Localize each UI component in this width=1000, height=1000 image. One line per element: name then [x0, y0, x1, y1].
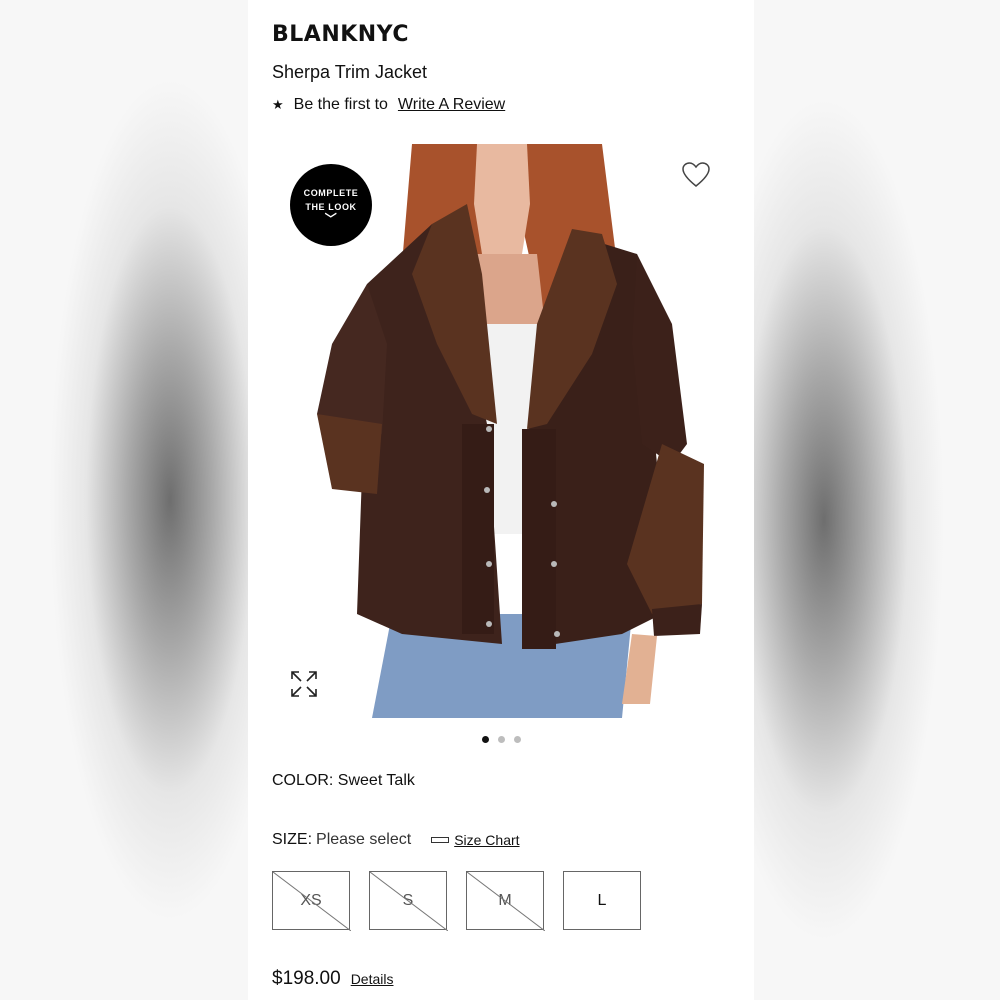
size-option-label: L: [597, 891, 607, 909]
carousel-dots: [248, 736, 754, 743]
expand-icon[interactable]: [290, 670, 318, 698]
left-cuff: [317, 414, 382, 494]
price-row: $198.00 Details: [272, 968, 393, 990]
brand-name[interactable]: BLANKNYC: [272, 22, 409, 47]
snap: [486, 561, 492, 567]
carousel-dot[interactable]: [513, 736, 521, 743]
size-chart-link[interactable]: Size Chart: [431, 832, 520, 848]
chevron-down-icon: ﹀: [324, 212, 338, 226]
size-option-l[interactable]: L: [563, 871, 641, 930]
heart-icon[interactable]: [682, 162, 710, 188]
placket-right: [522, 429, 556, 649]
snap: [486, 621, 492, 627]
color-value: Sweet Talk: [337, 772, 415, 789]
unavailable-slash: [273, 872, 351, 931]
size-chart-label: Size Chart: [454, 832, 520, 848]
neck: [474, 144, 530, 254]
size-label: SIZE:: [272, 831, 313, 848]
complete-the-look-button[interactable]: COMPLETE THE LOOK ﹀: [290, 164, 372, 246]
size-option-m[interactable]: M: [466, 871, 545, 931]
product-image[interactable]: COMPLETE THE LOOK ﹀: [272, 144, 730, 718]
price: $198.00: [272, 968, 341, 989]
background-right: [754, 0, 1000, 1000]
carousel-dot[interactable]: [497, 736, 505, 743]
size-row: SIZE: Please select Size Chart: [272, 831, 520, 849]
size-option-xs[interactable]: XS: [272, 871, 351, 931]
ruler-icon: [431, 837, 450, 843]
product-title: Sherpa Trim Jacket: [272, 62, 428, 82]
snap: [554, 631, 560, 637]
unavailable-slash: [370, 872, 448, 931]
unavailable-slash: [467, 872, 545, 931]
color-label: COLOR:: [272, 772, 334, 789]
review-prefix: Be the first to: [293, 96, 388, 113]
placket-left: [462, 424, 494, 634]
carousel-dot[interactable]: [481, 736, 489, 743]
snap: [551, 501, 557, 507]
background-left: [0, 0, 248, 1000]
size-value: Please select: [316, 831, 412, 848]
details-link[interactable]: Details: [351, 971, 394, 987]
product-page: BLANKNYC Sherpa Trim Jacket ★ Be the fir…: [248, 0, 754, 1000]
snap: [551, 561, 557, 567]
complete-look-line1: COMPLETE: [303, 188, 359, 198]
review-row: ★ Be the first to Write A Review: [272, 96, 505, 114]
snap: [484, 487, 490, 493]
color-row: COLOR: Sweet Talk: [272, 772, 415, 790]
write-review-link[interactable]: Write A Review: [398, 96, 505, 114]
complete-look-line2: THE LOOK: [305, 202, 357, 212]
right-cuff: [652, 604, 702, 636]
star-icon: ★: [272, 97, 284, 112]
snap: [486, 426, 492, 432]
size-options: XS S M L: [272, 871, 641, 931]
size-option-s[interactable]: S: [369, 871, 448, 931]
